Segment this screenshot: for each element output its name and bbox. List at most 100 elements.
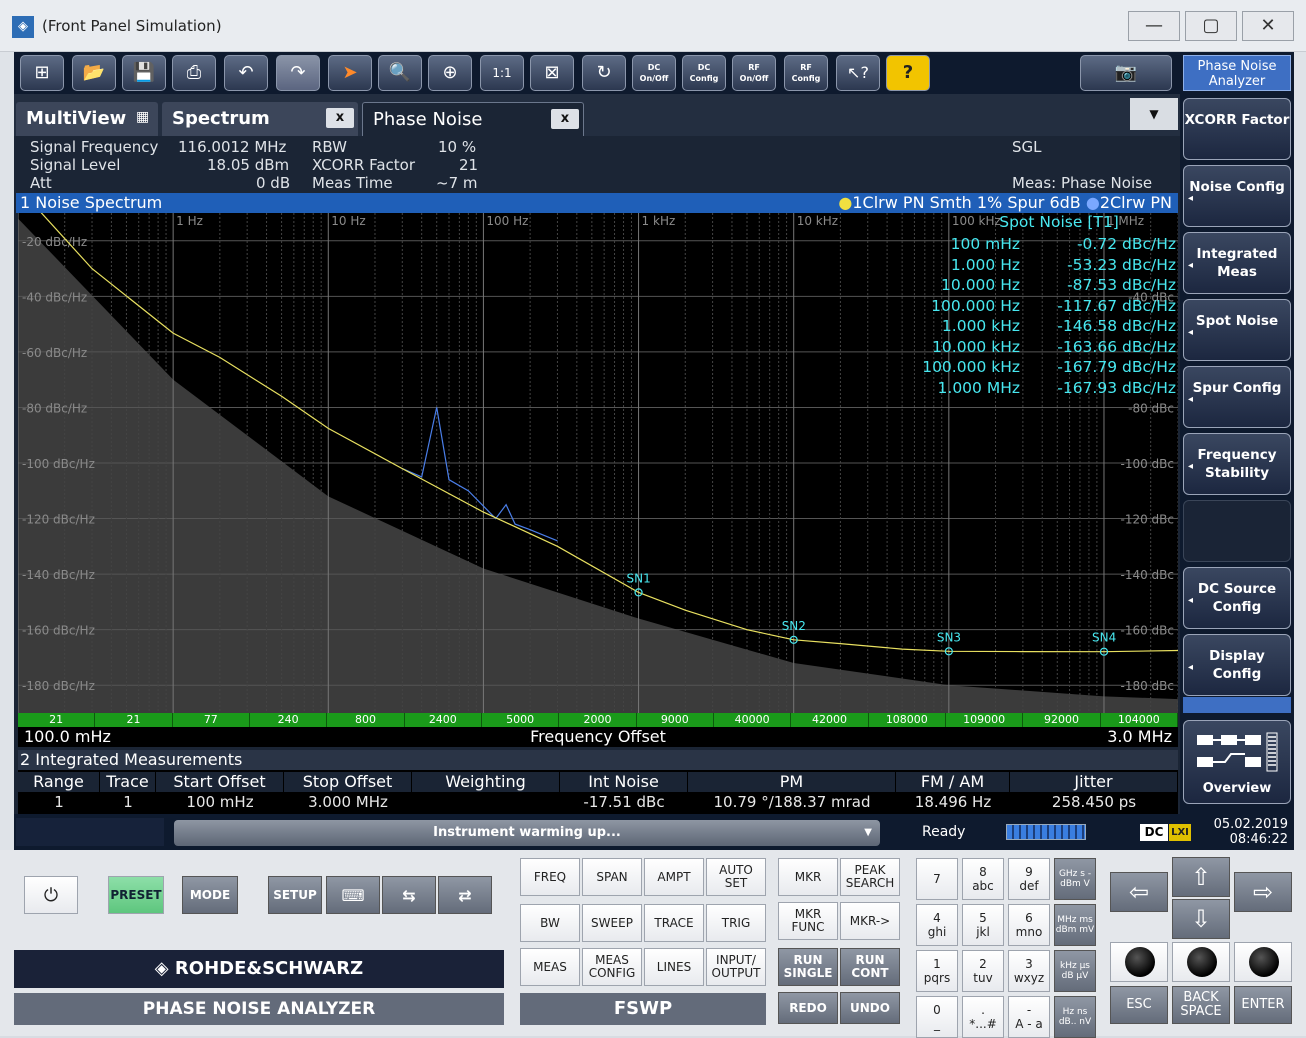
softkey-xcorr-factor[interactable]: XCORR Factor (1183, 98, 1291, 160)
numpad-key-4[interactable]: 4 ghi (916, 904, 958, 946)
signal-frequency-value: 116.0012 MHz (178, 138, 287, 156)
key-bw[interactable]: BW (520, 904, 580, 942)
fullscreen-icon[interactable]: ⊠ (530, 55, 574, 91)
softkey-noise-config[interactable]: ◂ Noise Config (1183, 165, 1291, 227)
softkey-integrated-meas[interactable]: ◂ Integrated Meas (1183, 232, 1291, 294)
enter-button[interactable]: ENTER (1234, 986, 1292, 1024)
window1-titlebar[interactable]: 1 Noise Spectrum ●1Clrw PN Smth 1% Spur … (16, 193, 1178, 213)
key-peak-search[interactable]: PEAK SEARCH (840, 858, 900, 896)
numpad-key-minus[interactable]: -A - a (1008, 996, 1050, 1038)
numpad-key-1[interactable]: 1 pqrs (916, 950, 958, 992)
mode-button[interactable]: MODE (182, 876, 238, 914)
key-lines[interactable]: LINES (644, 948, 704, 986)
unit-key[interactable]: kHz µs dB µV (1054, 950, 1096, 992)
unit-key[interactable]: GHz s -dBm V (1054, 858, 1096, 900)
screenshot-icon[interactable]: 📷 (1080, 55, 1172, 91)
key-mkr[interactable]: MKR (778, 858, 838, 896)
windows-start-icon[interactable]: ⊞ (20, 55, 64, 91)
key-span[interactable]: SPAN (582, 858, 642, 896)
window-toggle-icon[interactable]: ⇄ (438, 876, 492, 914)
key-mkr[interactable]: MKR-> (840, 902, 900, 940)
zoom-icon[interactable]: 🔍 (378, 55, 422, 91)
tab-phase-noise[interactable]: Phase Noise x (362, 102, 584, 136)
key-ampt[interactable]: AMPT (644, 858, 704, 896)
arrow-left-button[interactable]: ⇦ (1110, 872, 1168, 912)
numpad-key-2[interactable]: 2 tuv (962, 950, 1004, 992)
undo-icon[interactable]: ↶ (224, 55, 268, 91)
numpad-key-5[interactable]: 5 jkl (962, 904, 1004, 946)
esc-button[interactable]: ESC (1110, 986, 1168, 1024)
key-meas-config[interactable]: MEAS CONFIG (582, 948, 642, 986)
tab-dropdown-button[interactable]: ▼ (1130, 98, 1178, 130)
zoom-1to1-icon[interactable]: 1:1 (480, 55, 524, 91)
dc-config-button[interactable]: DC Config (682, 55, 726, 91)
power-button[interactable]: ⏻ (24, 876, 78, 914)
numpad-key-9[interactable]: 9 def (1008, 858, 1050, 900)
rotary-knob-left[interactable] (1110, 942, 1168, 982)
key-undo[interactable]: UNDO (840, 992, 900, 1024)
arrow-up-button[interactable]: ⇧ (1172, 857, 1230, 897)
overview-button[interactable]: Overview (1183, 720, 1291, 804)
multi-zoom-icon[interactable]: ⊕ (428, 55, 472, 91)
softkey-dc-source-config[interactable]: ◂ DC Source Config (1183, 567, 1291, 629)
pointer-icon[interactable]: ➤ (328, 55, 372, 91)
key-run-cont[interactable]: RUN CONT (840, 948, 900, 986)
redo-icon[interactable]: ↷ (276, 55, 320, 91)
numpad-key-7[interactable]: 7 (916, 858, 958, 900)
key-redo[interactable]: REDO (778, 992, 838, 1024)
spot-noise-row: 100 mHz -0.72 dBc/Hz (918, 235, 1180, 256)
rf-onoff-button[interactable]: RF On/Off (732, 55, 776, 91)
key-mkr-func[interactable]: MKR FUNC (778, 902, 838, 940)
window-layout-icon[interactable]: ⇆ (382, 876, 436, 914)
close-tab-icon[interactable]: x (326, 108, 354, 128)
xcorr-segment: 104000 (1101, 713, 1178, 727)
numpad-key-0[interactable]: 0 _ (916, 996, 958, 1038)
softkey-display-config[interactable]: ◂ Display Config (1183, 634, 1291, 696)
numpad-key-3[interactable]: 3 wxyz (1008, 950, 1050, 992)
softkey-spur-config[interactable]: ◂ Spur Config (1183, 366, 1291, 428)
rotary-knob-right[interactable] (1234, 942, 1292, 982)
sequencer-icon[interactable]: ↻ (582, 55, 626, 91)
tab-multiview[interactable]: MultiView ▦ (16, 102, 158, 136)
key-freq[interactable]: FREQ (520, 858, 580, 896)
progress-bar (1006, 824, 1086, 840)
rf-config-button[interactable]: RF Config (784, 55, 828, 91)
rotary-knob-center[interactable] (1172, 942, 1230, 982)
setup-button[interactable]: SETUP (268, 876, 322, 914)
numpad-key-8[interactable]: 8 abc (962, 858, 1004, 900)
keyboard-icon[interactable]: ⌨ (326, 876, 380, 914)
key-meas[interactable]: MEAS (520, 948, 580, 986)
arrow-right-button[interactable]: ⇨ (1234, 872, 1292, 912)
unit-key[interactable]: Hz ns dB.. nV (1054, 996, 1096, 1038)
close-tab-icon[interactable]: x (551, 109, 579, 129)
numpad-key-6[interactable]: 6 mno (1008, 904, 1050, 946)
spot-frequency: 1.000 MHz (937, 378, 1020, 397)
help-button[interactable]: ? (886, 55, 930, 91)
arrow-down-button[interactable]: ⇩ (1172, 899, 1230, 939)
softkey-spot-noise[interactable]: ◂ Spot Noise (1183, 299, 1291, 361)
unit-key[interactable]: MHz ms dBm mV (1054, 904, 1096, 946)
window2-title[interactable]: 2 Integrated Measurements (18, 750, 1178, 770)
status-message[interactable]: Instrument warming up... ▼ (174, 820, 880, 846)
minimize-button[interactable]: — (1128, 11, 1180, 41)
context-help-icon[interactable]: ↖? (836, 55, 880, 91)
backspace-button[interactable]: BACK SPACE (1172, 986, 1230, 1024)
key-input-output[interactable]: INPUT/ OUTPUT (706, 948, 766, 986)
softkey-frequency-stability[interactable]: ◂ Frequency Stability (1183, 433, 1291, 495)
key-run-single[interactable]: RUN SINGLE (778, 948, 838, 986)
maximize-button[interactable]: ▢ (1185, 11, 1237, 41)
key-auto-set[interactable]: AUTO SET (706, 858, 766, 896)
key-trig[interactable]: TRIG (706, 904, 766, 942)
print-icon[interactable]: ⎙ (172, 55, 216, 91)
preset-button[interactable]: PRESET (108, 876, 164, 914)
numpad-key-dot[interactable]: . *...# (962, 996, 1004, 1038)
open-folder-icon[interactable]: 📂 (72, 55, 116, 91)
key-trace[interactable]: TRACE (644, 904, 704, 942)
dc-onoff-button[interactable]: DC On/Off (632, 55, 676, 91)
noise-spectrum-chart[interactable]: 1 Hz 10 Hz 100 Hz 1 kHz 10 kHz 100 kHz 1 MHz -2… (18, 213, 1180, 727)
close-button[interactable]: ✕ (1242, 11, 1294, 41)
key-sweep[interactable]: SWEEP (582, 904, 642, 942)
save-icon[interactable]: 💾 (122, 55, 166, 91)
trace1-dot-icon: ● (838, 193, 853, 212)
tab-spectrum[interactable]: Spectrum x (162, 102, 358, 136)
